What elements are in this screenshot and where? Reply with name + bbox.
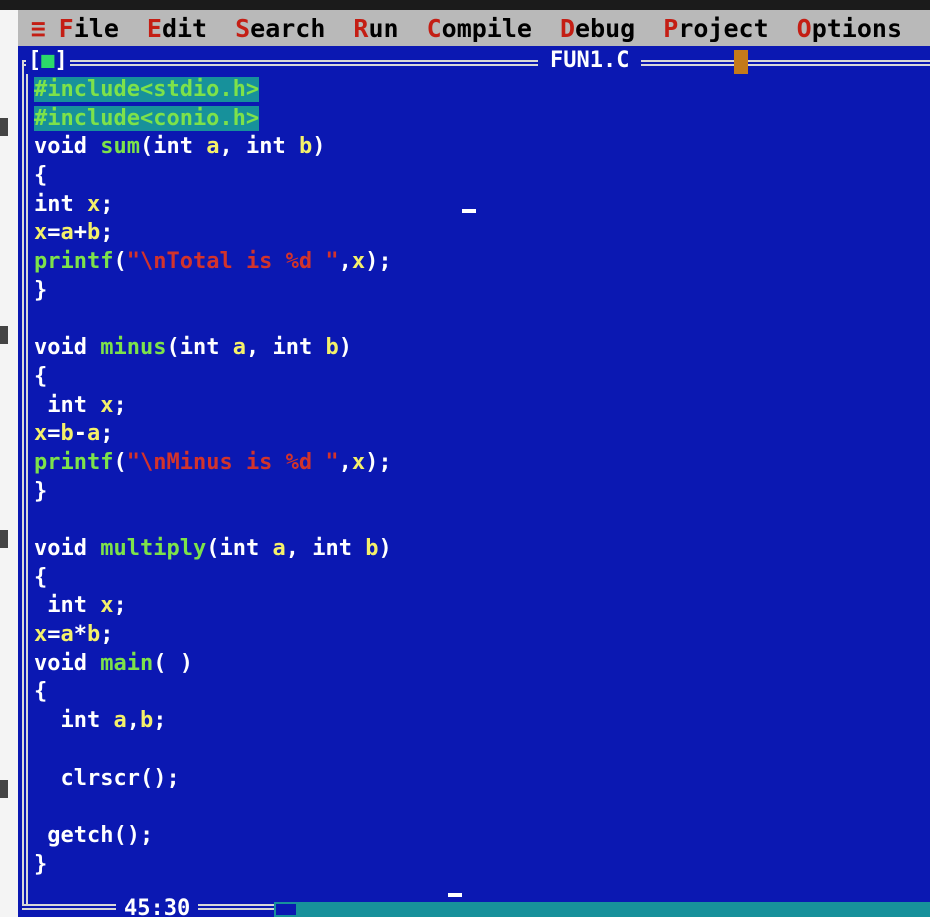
menu-file-label: ile [73,13,119,43]
left-edge-mark [0,780,8,798]
menu-compile-label: ompile [441,13,532,43]
menu-project-hotkey: P [663,13,679,43]
vertical-scroll-thumb[interactable] [734,50,748,74]
menu-search-hotkey: S [235,13,251,43]
menu-options[interactable]: Options [797,14,902,43]
menu-project-label: roject [678,13,769,43]
code-line[interactable]: } [34,277,392,306]
code-line[interactable]: { [34,363,392,392]
editor-window[interactable]: [■] FUN1.C #include<stdio.h> #include<con… [18,46,930,917]
text-cursor [462,209,476,213]
menu-debug-label: ebug [575,13,636,43]
menu-file[interactable]: File [59,14,119,43]
close-bracket-left: [ [28,48,42,73]
code-line[interactable]: { [34,564,392,593]
window-frame-left [22,60,28,906]
code-line[interactable]: #include<stdio.h> [34,76,392,105]
code-line[interactable]: void main( ) [34,650,392,679]
code-line[interactable]: printf("\nTotal is %d ",x); [34,248,392,277]
code-line[interactable]: #include<conio.h> [34,105,392,134]
window-title: FUN1.C [538,48,642,74]
code-line[interactable]: int x; [34,392,392,421]
left-edge-mark [0,326,8,344]
menu-debug-hotkey: D [559,13,576,43]
code-line[interactable]: clrscr(); [34,765,392,794]
code-line[interactable]: getch(); [34,822,392,851]
code-line[interactable] [34,793,392,822]
left-border-strip [0,10,18,917]
cursor-position-indicator: 45:30 [116,896,199,917]
menu-options-label: ptions [811,13,902,43]
code-line[interactable] [34,736,392,765]
menu-edit-hotkey: E [146,13,162,43]
code-line[interactable]: int a,b; [34,707,392,736]
menu-debug[interactable]: Debug [560,14,635,43]
code-line[interactable]: printf("\nMinus is %d ",x); [34,449,392,478]
menu-search-label: earch [250,13,326,43]
menu-compile-hotkey: C [426,13,442,43]
close-bracket-right: ] [54,48,68,73]
menu-project[interactable]: Project [663,14,768,43]
left-edge-mark [0,530,8,548]
menu-file-hotkey: F [58,13,74,43]
code-line[interactable]: } [34,478,392,507]
scroll-left-arrow-icon[interactable] [274,902,298,917]
code-area[interactable]: #include<stdio.h> #include<conio.h> void s… [34,76,392,879]
menu-run[interactable]: Run [353,14,398,43]
code-line[interactable]: void minus(int a, int b) [34,334,392,363]
menu-run-label: un [368,13,399,43]
code-line[interactable]: int x; [34,191,392,220]
code-line[interactable]: x=a+b; [34,219,392,248]
code-line[interactable]: void multiply(int a, int b) [34,535,392,564]
menu-compile[interactable]: Compile [427,14,532,43]
code-line[interactable]: { [34,678,392,707]
code-line[interactable] [34,306,392,335]
system-menu-icon[interactable]: ≡ [18,14,59,43]
code-line[interactable]: x=a*b; [34,621,392,650]
window-frame-top [22,60,930,66]
top-border-strip [0,0,930,10]
menu-edit[interactable]: Edit [147,14,207,43]
code-line[interactable]: void sum(int a, int b) [34,133,392,162]
code-line[interactable]: int x; [34,592,392,621]
mouse-cursor [448,893,462,897]
menu-edit-label: dit [161,13,208,43]
menu-bar: ≡ File Edit Search Run Compile Debug Pro… [18,10,930,46]
left-edge-mark [0,118,8,136]
close-square-icon: ■ [41,48,55,73]
window-close-button[interactable]: [■] [26,48,70,74]
code-line[interactable] [34,506,392,535]
code-line[interactable]: } [34,851,392,880]
menu-search[interactable]: Search [235,14,325,43]
menu-options-hotkey: O [796,13,812,43]
menu-run-hotkey: R [353,13,369,43]
code-line[interactable]: x=b-a; [34,420,392,449]
horizontal-scrollbar[interactable] [274,902,930,917]
code-line[interactable]: { [34,162,392,191]
